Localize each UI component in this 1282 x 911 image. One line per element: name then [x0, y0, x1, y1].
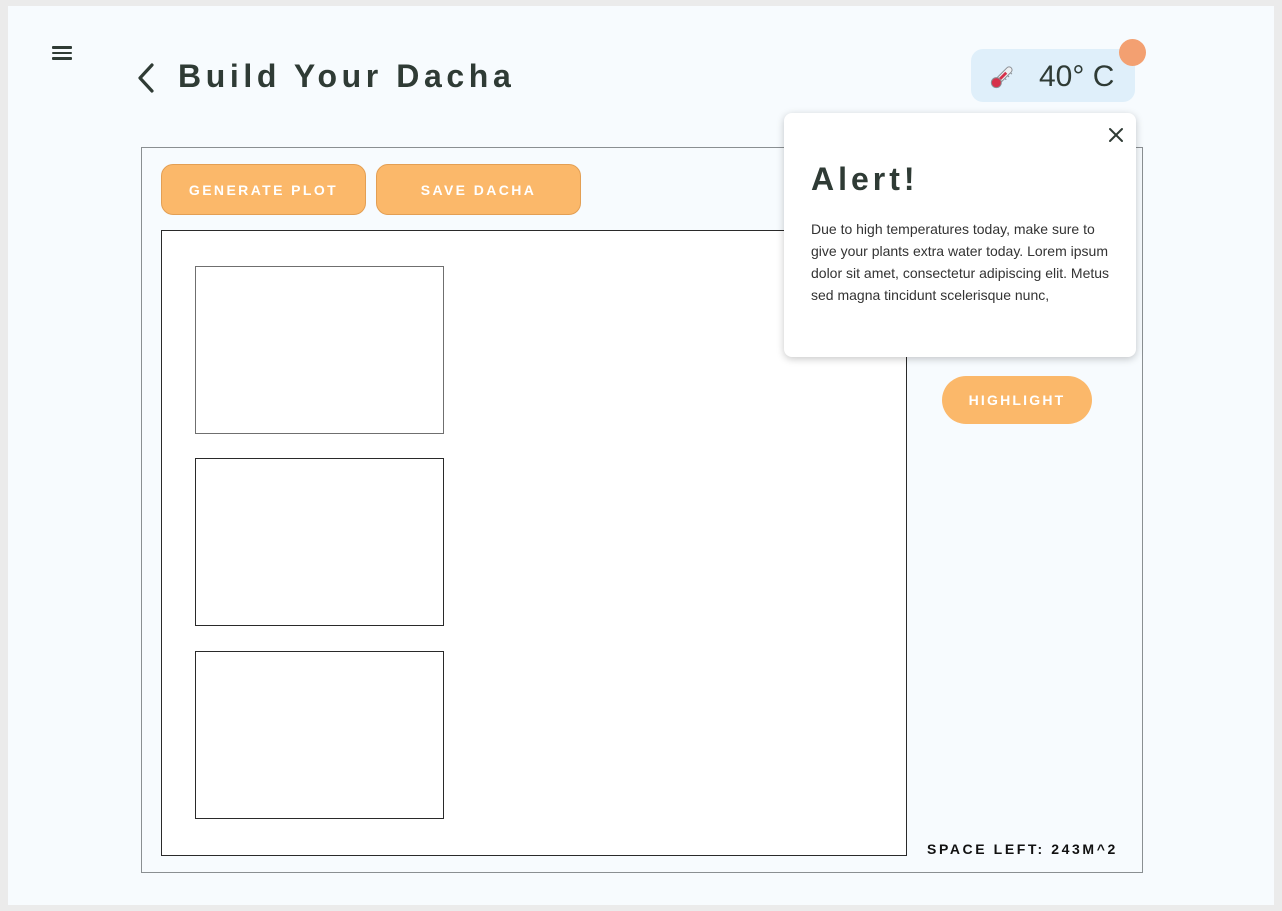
back-icon[interactable] [134, 62, 158, 94]
temperature-chip[interactable]: 40° C [971, 49, 1135, 102]
plot-box[interactable] [195, 651, 444, 819]
notification-badge[interactable] [1119, 39, 1146, 66]
alert-message: Due to high temperatures today, make sur… [811, 221, 1110, 303]
page-title: Build Your Dacha [178, 58, 516, 94]
alert-title: Alert! [811, 161, 919, 197]
alert-popup: Alert! Due to high temperatures today, m… [784, 113, 1136, 357]
generate-plot-button[interactable]: GENERATE PLOT [161, 164, 366, 215]
space-left-label: SPACE LEFT: 243M^2 [927, 841, 1118, 857]
highlight-button[interactable]: HIGHLIGHT [942, 376, 1092, 424]
thermometer-icon [987, 62, 1017, 92]
menu-icon[interactable] [52, 44, 74, 64]
plot-box[interactable] [195, 266, 444, 434]
plot-box[interactable] [195, 458, 444, 626]
close-icon[interactable] [1107, 126, 1125, 144]
save-dacha-button[interactable]: SAVE DACHA [376, 164, 581, 215]
temperature-value: 40° C [1039, 60, 1115, 93]
page: Build Your Dacha 40° C GENERATE PLOT SAV… [8, 6, 1274, 905]
